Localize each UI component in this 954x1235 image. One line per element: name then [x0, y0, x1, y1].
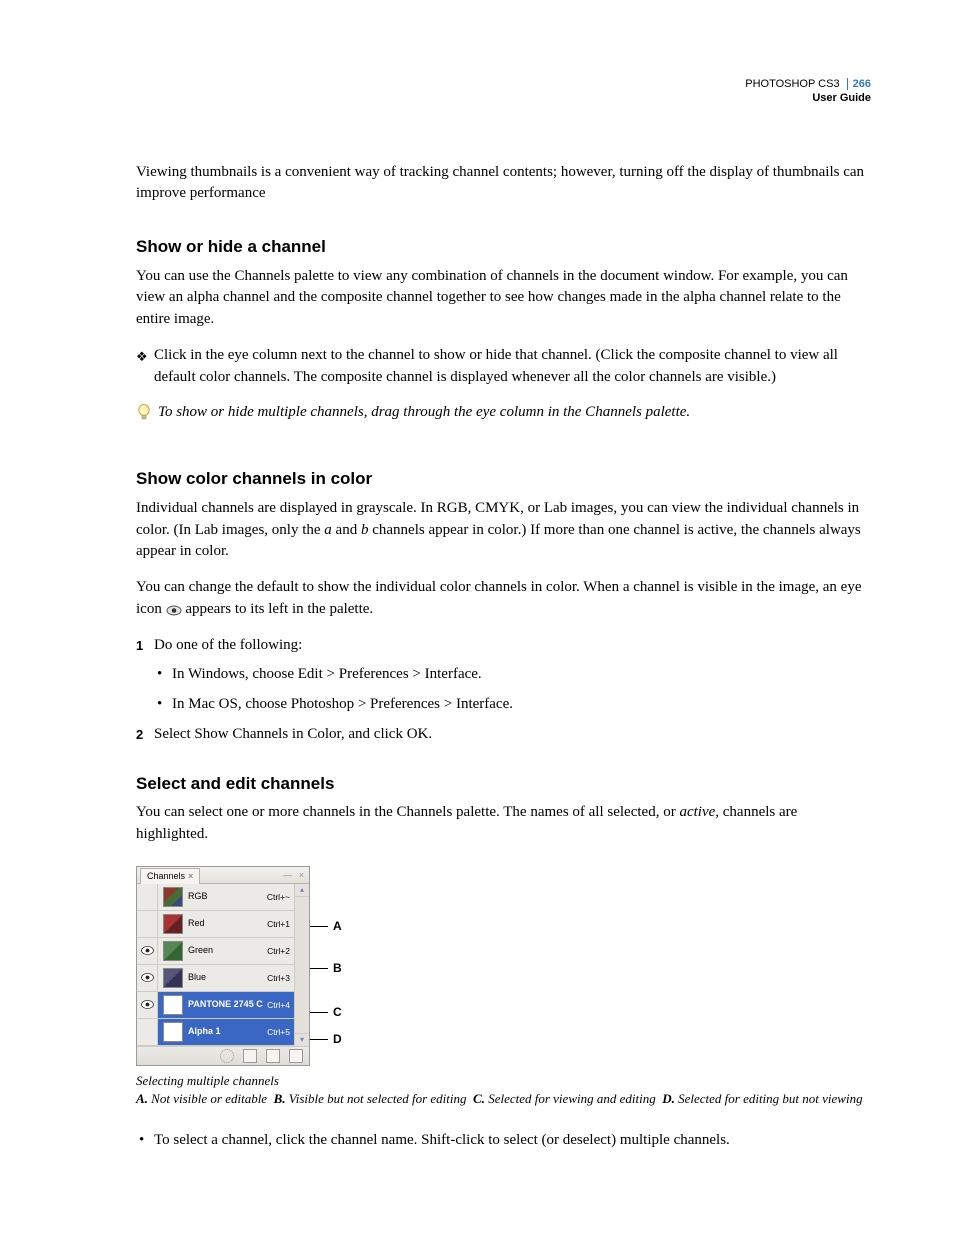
channel-name: Blue — [188, 971, 267, 984]
channel-shortcut: Ctrl+3 — [267, 972, 294, 984]
visibility-toggle[interactable] — [137, 911, 158, 937]
tab-label: Channels — [147, 870, 185, 883]
callout-C: C — [333, 1004, 342, 1021]
channel-row-blue[interactable]: BlueCtrl+3 — [137, 965, 294, 992]
palette-titlebar: Channels × — × — [137, 867, 309, 884]
channel-thumbnail — [163, 887, 183, 907]
palette-scrollbar[interactable]: ▴ ▾ — [294, 884, 309, 1046]
s1-p1: You can use the Channels palette to view… — [136, 266, 871, 331]
callout-A: A — [333, 918, 342, 935]
intro-paragraph: Viewing thumbnails is a convenient way o… — [136, 162, 871, 206]
channel-name: PANTONE 2745 C — [188, 998, 267, 1011]
visibility-toggle[interactable] — [137, 884, 158, 910]
channel-thumbnail — [163, 995, 183, 1015]
channel-row-pantone-2745-c[interactable]: PANTONE 2745 CCtrl+4 — [137, 992, 294, 1019]
product-name: PHOTOSHOP CS3 — [745, 78, 839, 90]
lightbulb-icon — [136, 402, 158, 431]
channel-row-alpha-1[interactable]: Alpha 1Ctrl+5 — [137, 1019, 294, 1046]
heading-color-channels: Show color channels in color — [136, 467, 871, 492]
load-selection-icon[interactable] — [220, 1049, 234, 1063]
channel-shortcut: Ctrl+1 — [267, 918, 294, 930]
callout-B: B — [333, 960, 342, 977]
new-channel-icon[interactable] — [266, 1049, 280, 1063]
channel-thumbnail — [163, 968, 183, 988]
caption-title: Selecting multiple channels — [136, 1072, 871, 1090]
channel-name: Green — [188, 944, 267, 957]
eye-icon — [166, 601, 182, 617]
callout-column: A B C D — [310, 866, 350, 1066]
channel-thumbnail — [163, 941, 183, 961]
s3-p1: You can select one or more channels in t… — [136, 802, 871, 846]
s2-p2: You can change the default to show the i… — [136, 577, 871, 621]
channel-shortcut: Ctrl+4 — [267, 999, 294, 1011]
channel-shortcut: Ctrl+2 — [267, 945, 294, 957]
guide-label: User Guide — [812, 92, 871, 104]
palette-window-buttons[interactable]: — × — [283, 869, 306, 882]
scroll-down-icon[interactable]: ▾ — [295, 1033, 309, 1046]
channel-row-green[interactable]: GreenCtrl+2 — [137, 938, 294, 965]
scroll-up-icon[interactable]: ▴ — [295, 884, 309, 897]
close-icon[interactable]: × — [188, 870, 193, 883]
s3-bullet: To select a channel, click the channel n… — [136, 1130, 871, 1152]
palette-footer — [137, 1046, 309, 1065]
channel-name: RGB — [188, 890, 267, 903]
sub-windows: In Windows, choose Edit > Preferences > … — [154, 664, 871, 686]
running-header: PHOTOSHOP CS3 266 User Guide — [136, 78, 871, 106]
figure-caption: Selecting multiple channels A. Not visib… — [136, 1072, 871, 1108]
visibility-toggle[interactable] — [137, 1019, 158, 1045]
s1-tip: To show or hide multiple channels, drag … — [158, 402, 690, 424]
save-selection-icon[interactable] — [243, 1049, 257, 1063]
channel-name: Alpha 1 — [188, 1025, 267, 1038]
s2-p1: Individual channels are displayed in gra… — [136, 498, 871, 563]
sub-mac: In Mac OS, choose Photoshop > Preference… — [154, 694, 871, 716]
step-1: Do one of the following: In Windows, cho… — [136, 635, 871, 716]
channel-shortcut: Ctrl+~ — [267, 891, 294, 903]
channels-palette-figure: Channels × — × RGBCtrl+~RedCtrl+1GreenCt… — [136, 866, 871, 1108]
channel-name: Red — [188, 917, 267, 930]
channel-thumbnail — [163, 914, 183, 934]
visibility-toggle[interactable] — [137, 992, 158, 1018]
visibility-toggle[interactable] — [137, 965, 158, 991]
s1-p2: Click in the eye column next to the chan… — [154, 345, 871, 389]
callout-D: D — [333, 1031, 342, 1048]
trash-icon[interactable] — [289, 1049, 303, 1063]
channel-row-red[interactable]: RedCtrl+1 — [137, 911, 294, 938]
channel-shortcut: Ctrl+5 — [267, 1026, 294, 1038]
diamond-bullet-icon: ❖ — [136, 345, 154, 403]
step-2: Select Show Channels in Color, and click… — [136, 724, 871, 746]
channel-thumbnail — [163, 1022, 183, 1042]
page-number: 266 — [847, 78, 871, 90]
heading-select-edit: Select and edit channels — [136, 772, 871, 797]
heading-show-hide: Show or hide a channel — [136, 235, 871, 260]
channel-row-rgb[interactable]: RGBCtrl+~ — [137, 884, 294, 911]
visibility-toggle[interactable] — [137, 938, 158, 964]
channels-palette: Channels × — × RGBCtrl+~RedCtrl+1GreenCt… — [136, 866, 310, 1066]
channels-tab[interactable]: Channels × — [140, 868, 200, 884]
